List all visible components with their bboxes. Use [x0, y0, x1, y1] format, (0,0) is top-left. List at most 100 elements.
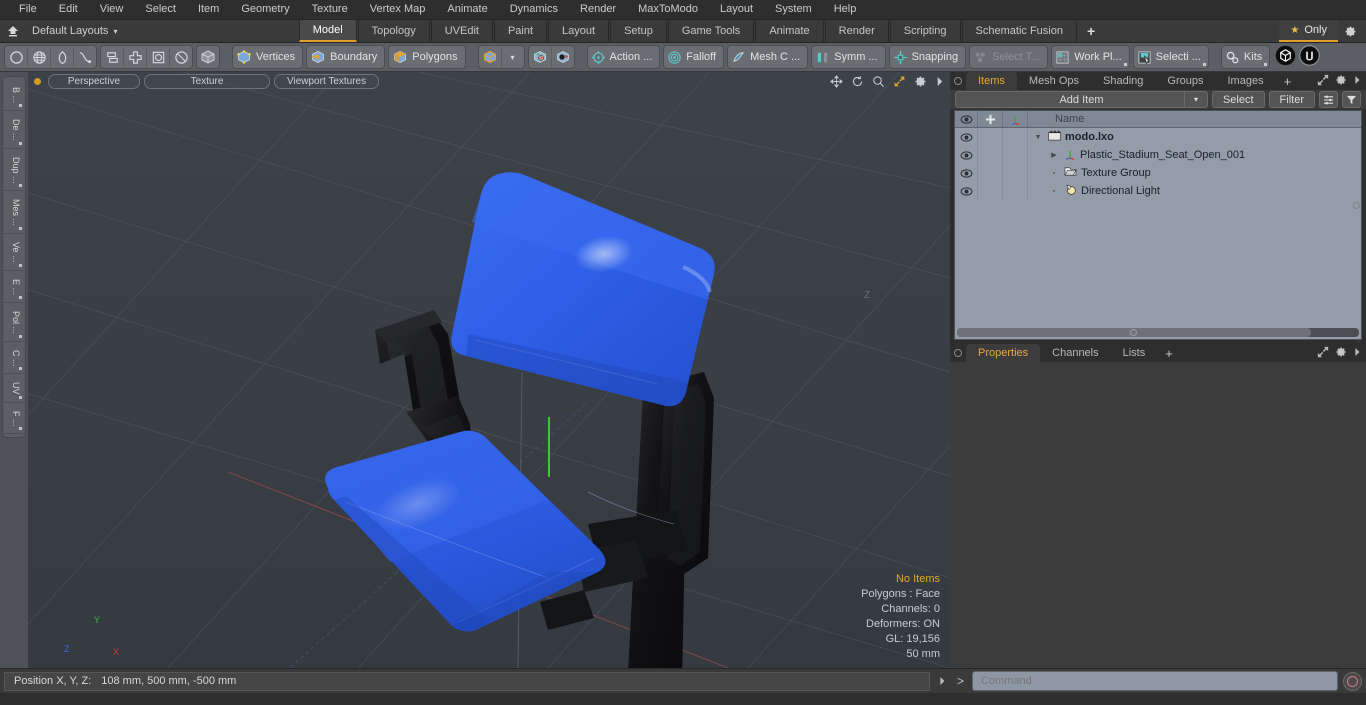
gear-icon[interactable] [914, 75, 927, 88]
list-filter-icon[interactable] [1319, 91, 1338, 108]
table-row[interactable]: ▪ Directional Light [955, 182, 1361, 200]
menu-item-system[interactable]: System [764, 0, 823, 19]
snapping[interactable]: Snapping [890, 47, 966, 67]
tab-properties[interactable]: Properties [966, 344, 1041, 362]
list-item-mesh[interactable]: ▶ Plastic_Stadium_Seat_Open_001 [1027, 146, 1361, 164]
pivot-cube-icon[interactable] [552, 47, 574, 67]
polygons-mode[interactable]: Polygons [389, 47, 464, 67]
tab-channels[interactable]: Channels [1040, 344, 1111, 362]
panel-menu-dot[interactable] [950, 72, 966, 90]
menu-item-edit[interactable]: Edit [48, 0, 89, 19]
cube-icon[interactable] [197, 47, 219, 67]
tab-schematic-fusion[interactable]: Schematic Fusion [961, 20, 1077, 42]
item-list-hscrollbar[interactable] [957, 328, 1359, 337]
left-tab-fusion[interactable]: F ... [4, 403, 24, 435]
kits[interactable]: Kits [1222, 47, 1269, 67]
row-axis-cell[interactable] [1002, 128, 1027, 146]
tab-setup[interactable]: Setup [610, 20, 667, 42]
pen-icon[interactable] [51, 47, 74, 67]
selection-mode-vertices[interactable]: Vertices [232, 45, 304, 69]
row-axis-cell[interactable] [1002, 146, 1027, 164]
action-center-tool[interactable]: Action ... [586, 45, 661, 69]
falloff[interactable]: Falloff [664, 47, 723, 67]
work-plane[interactable]: Work Pl... [1052, 47, 1128, 67]
viewport-active-dot[interactable] [34, 78, 41, 85]
viewport-textures-dropdown[interactable]: Viewport Textures [274, 74, 380, 89]
left-tab-curve[interactable]: C ... [4, 342, 24, 375]
tab-items[interactable]: Items [966, 72, 1017, 90]
chevron-down-icon[interactable]: ▾ [1183, 92, 1207, 107]
center-cube-icon[interactable] [529, 47, 552, 67]
row-visibility-icon[interactable] [955, 128, 977, 146]
symmetry-tool[interactable]: Symm ... [811, 45, 886, 69]
chevron-right-icon[interactable] [935, 76, 944, 87]
row-visibility-icon[interactable] [955, 146, 977, 164]
symmetry[interactable]: Symm ... [812, 47, 884, 67]
list-item-scene[interactable]: ▼ modo.lxo [1027, 128, 1361, 146]
row-axis-cell[interactable] [1002, 182, 1027, 200]
tab-images[interactable]: Images [1215, 72, 1276, 90]
menu-item-geometry[interactable]: Geometry [230, 0, 300, 19]
kits-tool[interactable]: Kits [1220, 45, 1271, 69]
row-lock-cell[interactable] [977, 182, 1002, 200]
selection-sets[interactable]: Selecti ... [1134, 47, 1208, 67]
menu-item-file[interactable]: File [8, 0, 48, 19]
chevron-right-icon[interactable] [1353, 347, 1361, 360]
chevron-right-icon[interactable] [1353, 75, 1361, 88]
funnel-icon[interactable] [1342, 91, 1361, 108]
stack-icon[interactable] [101, 47, 124, 67]
command-input[interactable] [972, 671, 1338, 691]
viewport-shading-dropdown[interactable]: Texture [144, 74, 270, 89]
select-through[interactable]: Select T... [970, 47, 1047, 67]
boundary-mode[interactable]: Boundary [307, 47, 384, 67]
menu-item-view[interactable]: View [89, 0, 135, 19]
expander-icon[interactable]: ▪ [1048, 170, 1060, 177]
row-lock-cell[interactable] [977, 146, 1002, 164]
gear-icon[interactable] [1335, 74, 1347, 89]
falloff-tool[interactable]: Falloff [663, 45, 725, 69]
circle-icon[interactable] [5, 47, 28, 67]
tab-paint[interactable]: Paint [493, 20, 548, 42]
filter-button[interactable]: Filter [1268, 91, 1315, 108]
tab-animate[interactable]: Animate [755, 20, 824, 42]
add-properties-tab-button[interactable]: + [1157, 344, 1181, 362]
menu-item-texture[interactable]: Texture [301, 0, 359, 19]
menu-item-vertex-map[interactable]: Vertex Map [359, 0, 437, 19]
home-up-icon[interactable] [0, 20, 26, 42]
globe-icon[interactable] [28, 47, 51, 67]
tab-shading[interactable]: Shading [1091, 72, 1156, 90]
viewport-canvas[interactable] [28, 72, 950, 668]
rotate-icon[interactable] [851, 75, 864, 88]
menu-item-item[interactable]: Item [187, 0, 230, 19]
tab-render[interactable]: Render [824, 20, 889, 42]
left-tab-duplicate[interactable]: Dup ... [4, 149, 24, 192]
work-plane-tool[interactable]: Work Pl... [1051, 45, 1130, 69]
lock-toggle-icon[interactable] [978, 111, 1003, 127]
table-row[interactable]: ▶ Plastic_Stadium_Seat_Open_001 [955, 146, 1361, 164]
left-tab-uv[interactable]: UV [4, 375, 24, 403]
add-panel-tab-button[interactable]: + [1276, 72, 1300, 90]
pan-icon[interactable] [830, 75, 843, 88]
fit-icon[interactable] [893, 75, 906, 88]
menu-item-dynamics[interactable]: Dynamics [499, 0, 569, 19]
tab-groups[interactable]: Groups [1155, 72, 1216, 90]
expander-icon[interactable]: ▶ [1048, 151, 1060, 159]
tab-game-tools[interactable]: Game Tools [667, 20, 755, 42]
menu-item-animate[interactable]: Animate [436, 0, 498, 19]
item-list[interactable]: Name ▼ modo.lxo ▶ Plastic_Stadium_Seat_O… [954, 110, 1362, 340]
chevron-right-icon[interactable] [934, 676, 950, 686]
table-row[interactable]: ▼ modo.lxo [955, 128, 1361, 146]
square-target-icon[interactable] [147, 47, 170, 67]
modo-badge-icon[interactable] [1275, 45, 1296, 69]
panel-menu-dot[interactable] [950, 344, 966, 362]
tab-mesh-ops[interactable]: Mesh Ops [1016, 72, 1092, 90]
row-axis-cell[interactable] [1002, 164, 1027, 182]
row-lock-cell[interactable] [977, 164, 1002, 182]
add-tab-button[interactable]: + [1078, 20, 1104, 42]
menu-item-render[interactable]: Render [569, 0, 627, 19]
tab-topology[interactable]: Topology [357, 20, 430, 42]
list-resize-handle[interactable] [1353, 202, 1360, 210]
visibility-icon[interactable] [955, 111, 978, 127]
selection-mode-boundary[interactable]: Boundary [306, 45, 386, 69]
select-through-tool[interactable]: Select T... [969, 45, 1049, 69]
